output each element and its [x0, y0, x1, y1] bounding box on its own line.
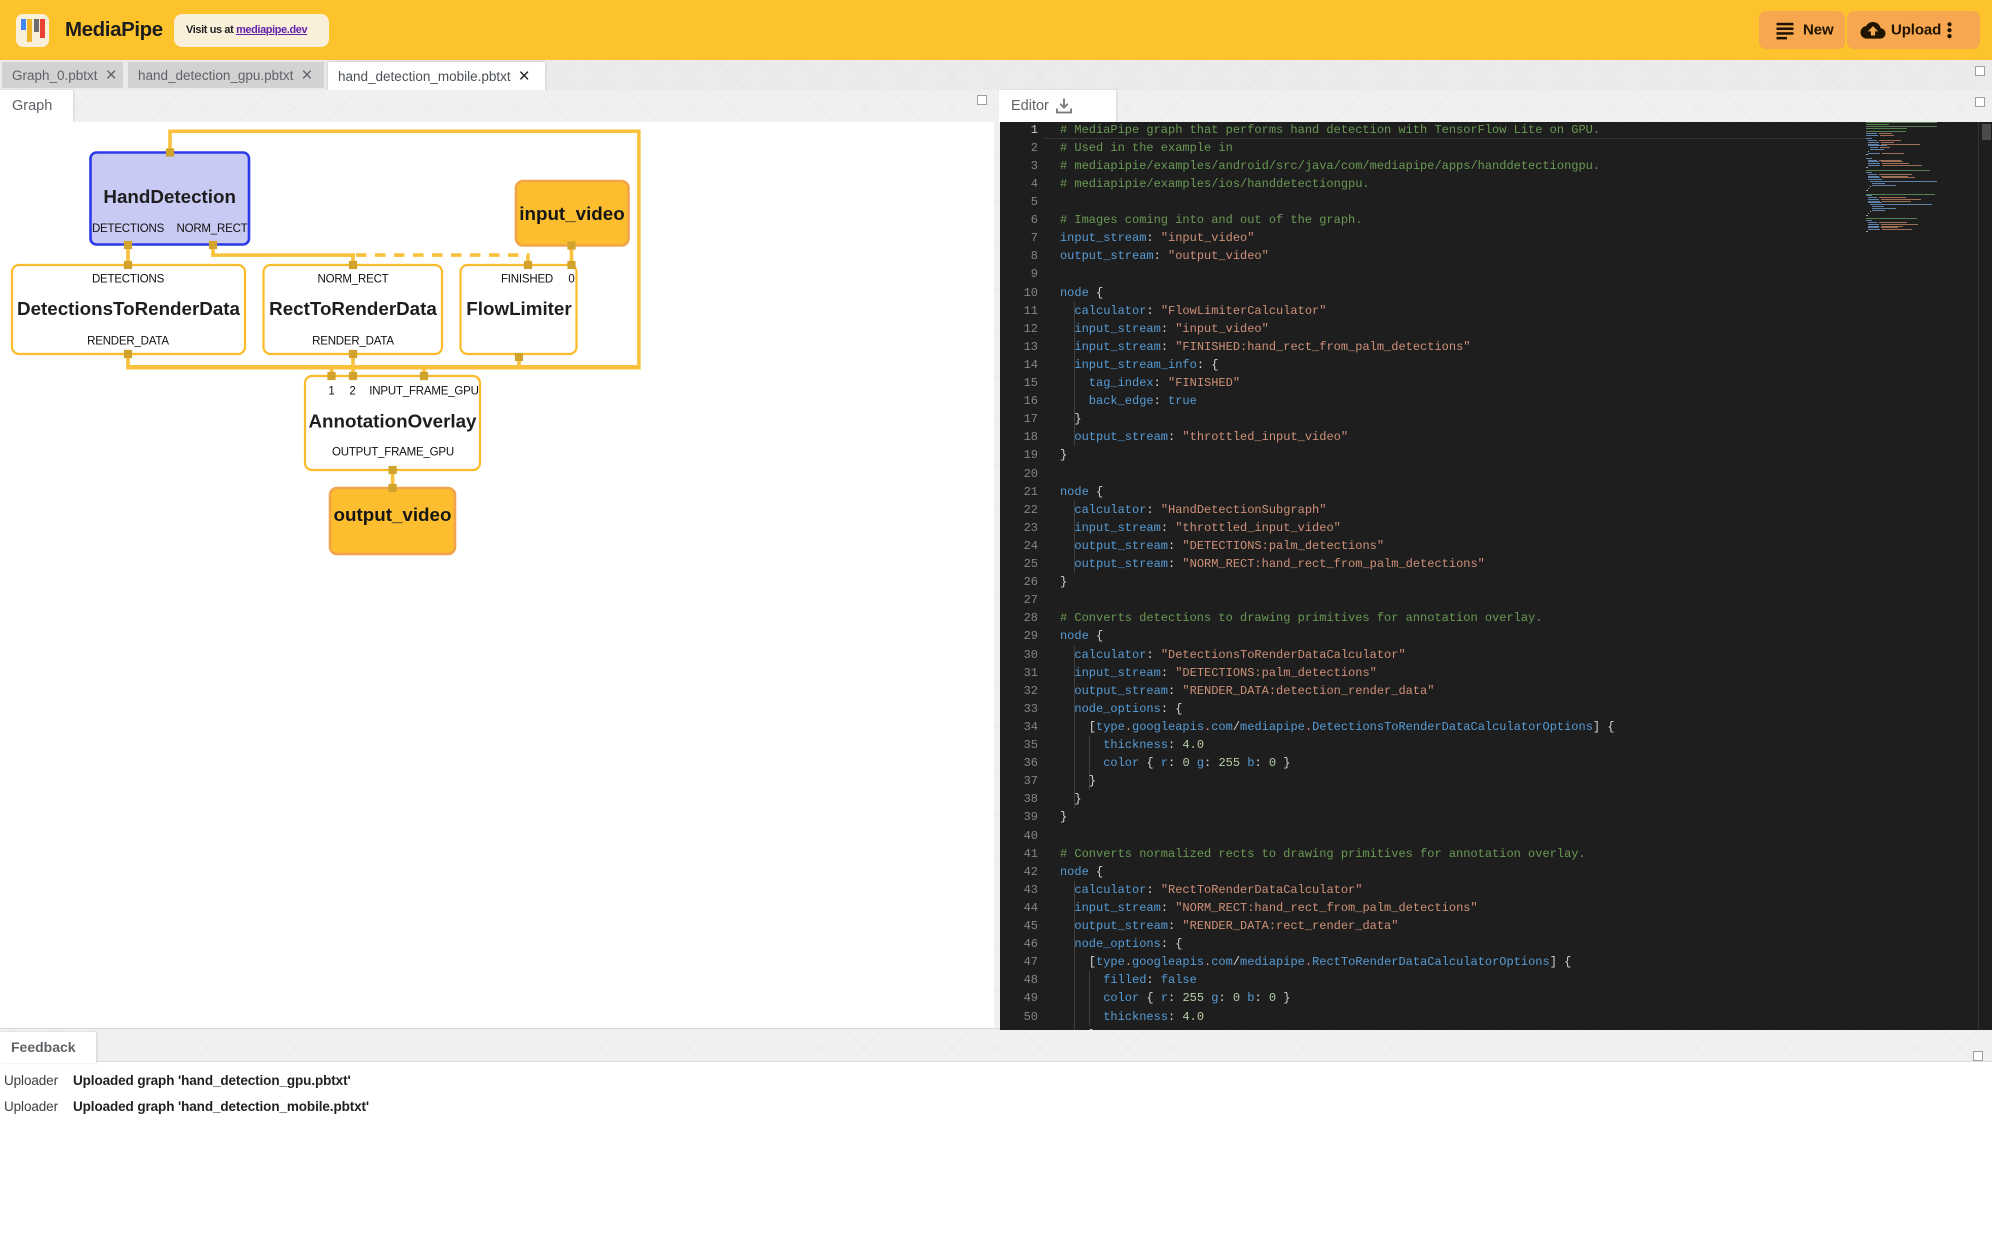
svg-text:1: 1 — [328, 386, 334, 398]
svg-text:HandDetection: HandDetection — [103, 186, 236, 207]
svg-text:2: 2 — [349, 386, 355, 398]
svg-text:DETECTIONS: DETECTIONS — [92, 223, 165, 235]
svg-text:DetectionsToRenderData: DetectionsToRenderData — [17, 298, 241, 319]
svg-text:OUTPUT_FRAME_GPU: OUTPUT_FRAME_GPU — [332, 447, 454, 459]
svg-text:output_video: output_video — [334, 504, 452, 525]
svg-text:0: 0 — [568, 274, 574, 286]
svg-text:AnnotationOverlay: AnnotationOverlay — [308, 411, 477, 432]
svg-text:RectToRenderData: RectToRenderData — [269, 298, 437, 319]
svg-text:FlowLimiter: FlowLimiter — [466, 298, 572, 319]
svg-text:RENDER_DATA: RENDER_DATA — [87, 336, 169, 348]
svg-text:RENDER_DATA: RENDER_DATA — [312, 336, 394, 348]
svg-text:FINISHED: FINISHED — [501, 274, 553, 286]
svg-text:INPUT_FRAME_GPU: INPUT_FRAME_GPU — [369, 386, 478, 398]
svg-text:input_video: input_video — [519, 203, 624, 224]
svg-text:NORM_RECT: NORM_RECT — [176, 223, 247, 235]
svg-text:DETECTIONS: DETECTIONS — [92, 274, 165, 286]
svg-text:NORM_RECT: NORM_RECT — [317, 274, 388, 286]
